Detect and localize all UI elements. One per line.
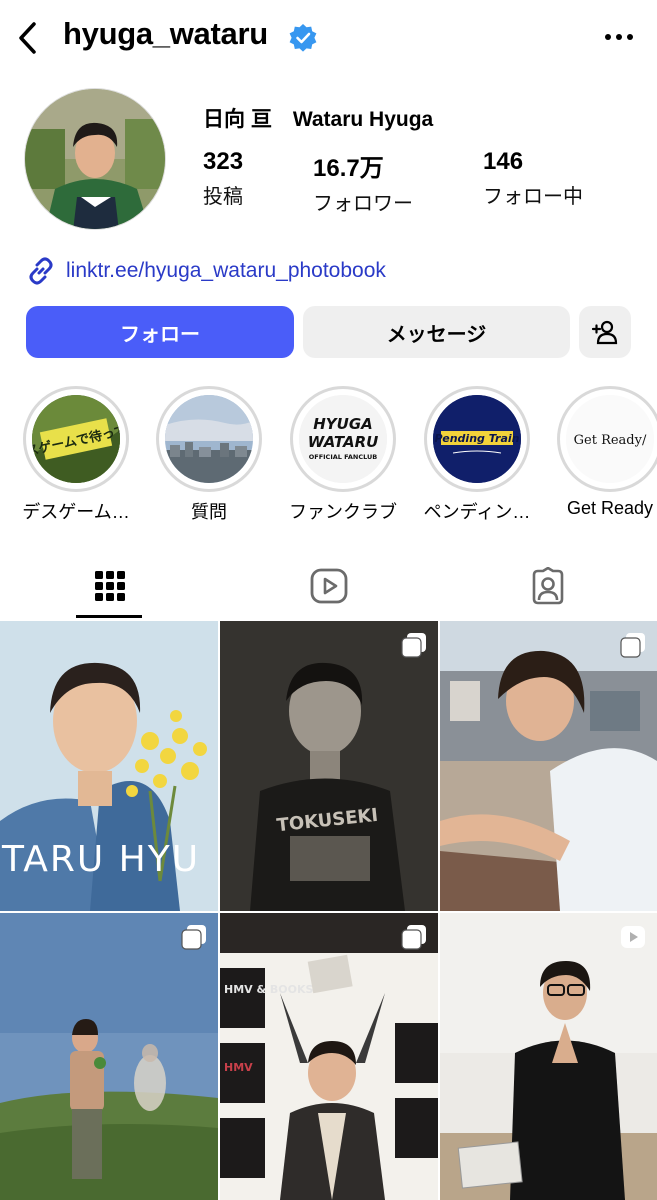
highlight-cover-text: Pending Train [435,432,520,445]
carousel-icon [620,633,645,658]
stat-value: 323 [203,148,244,175]
highlight-ring: Get Ready/ [557,386,657,492]
highlight-item[interactable]: HYUGA WATARU OFFICIAL FANCLUB ファンクラブ [288,386,398,524]
back-button[interactable] [10,18,46,58]
highlight-cover: HYUGA WATARU OFFICIAL FANCLUB [299,395,387,483]
add-person-icon [591,320,618,345]
highlight-label: ファンクラブ [289,502,397,522]
avatar[interactable] [24,88,166,230]
carousel-icon [181,925,206,950]
follow-button[interactable]: フォロー [26,306,294,358]
stat-followers[interactable]: 16.7万 フォロワー [313,148,413,216]
profile-username: hyuga_wataru [63,16,268,51]
reels-icon [310,568,347,604]
highlight-cover: デスゲームで待ってる [32,395,120,483]
post-overlay-text: HMV & BOOKS [224,983,314,996]
highlight-label: 質問 [191,502,227,522]
highlight-ring: Pending Train [424,386,530,492]
story-highlights: デスゲームで待ってる デスゲーム… 質問 HYUGA WATARU OFFICI… [0,386,657,526]
tab-reels[interactable] [219,552,438,620]
tagged-icon [532,567,563,605]
link-icon [29,257,53,285]
carousel-icon [401,633,426,658]
highlight-cover-text: HYUGA [313,415,373,433]
stat-label: 投稿 [203,186,243,208]
stat-label: フォロー中 [483,186,583,208]
highlight-label: Get Ready [566,498,654,518]
more-horizontal-icon [605,34,633,40]
highlight-item[interactable]: デスゲームで待ってる デスゲーム… [21,386,131,524]
stat-following[interactable]: 146 フォロー中 [483,148,583,209]
profile-tabs [0,552,657,620]
stat-posts[interactable]: 323 投稿 [203,148,243,209]
grid-icon [94,571,125,601]
highlight-cover [165,395,253,483]
highlight-item[interactable]: 質問 [154,386,264,524]
highlight-cover: Get Ready/ [566,395,654,483]
highlight-ring: デスゲームで待ってる [23,386,129,492]
stat-value: 16.7万 [313,155,384,182]
post-thumbnail[interactable]: TARU HYU [0,621,218,911]
top-bar: hyuga_wataru [0,0,657,76]
tab-posts[interactable] [0,552,219,620]
stat-label: フォロワー [313,193,413,215]
highlight-cover: Pending Train [433,395,521,483]
post-thumbnail[interactable]: TOKUSEKI [220,621,438,911]
post-thumbnail[interactable] [0,913,218,1200]
tab-tagged[interactable] [438,552,657,620]
highlight-item[interactable]: Pending Train ペンディン… [422,386,532,524]
post-thumbnail[interactable] [440,621,657,911]
highlight-label: ペンディン… [423,502,531,522]
post-thumbnail[interactable]: HMV & BOOKS HMV [220,913,438,1200]
suggest-people-button[interactable] [579,306,631,358]
post-overlay-text: TARU HYU [1,839,200,880]
highlight-label: デスゲーム… [22,502,130,522]
reel-icon [621,926,645,948]
active-tab-indicator [76,615,142,618]
message-button[interactable]: メッセージ [303,306,570,358]
stat-value: 146 [483,148,524,175]
bio-link-text[interactable]: linktr.ee/hyuga_wataru_photobook [66,259,386,283]
highlight-cover-text: OFFICIAL FANCLUB [309,453,378,461]
highlight-ring: HYUGA WATARU OFFICIAL FANCLUB [290,386,396,492]
verified-badge-icon [289,24,317,52]
chevron-left-icon [19,22,36,54]
carousel-icon [401,925,426,950]
post-thumbnail[interactable] [440,913,657,1200]
display-name: 日向 亘 Wataru Hyuga [203,108,434,131]
posts-grid: TARU HYU TOKUSEKI HMV & BOOKS HMV [0,621,657,1200]
bio-link[interactable]: linktr.ee/hyuga_wataru_photobook [26,254,386,288]
highlight-item[interactable]: Get Ready/ Get Ready [555,386,657,519]
highlight-ring [156,386,262,492]
more-options-button[interactable] [599,22,639,52]
highlight-cover-text: WATARU [308,433,379,451]
svg-text:HMV: HMV [224,1061,253,1074]
highlight-cover-text: Get Ready/ [574,433,647,448]
